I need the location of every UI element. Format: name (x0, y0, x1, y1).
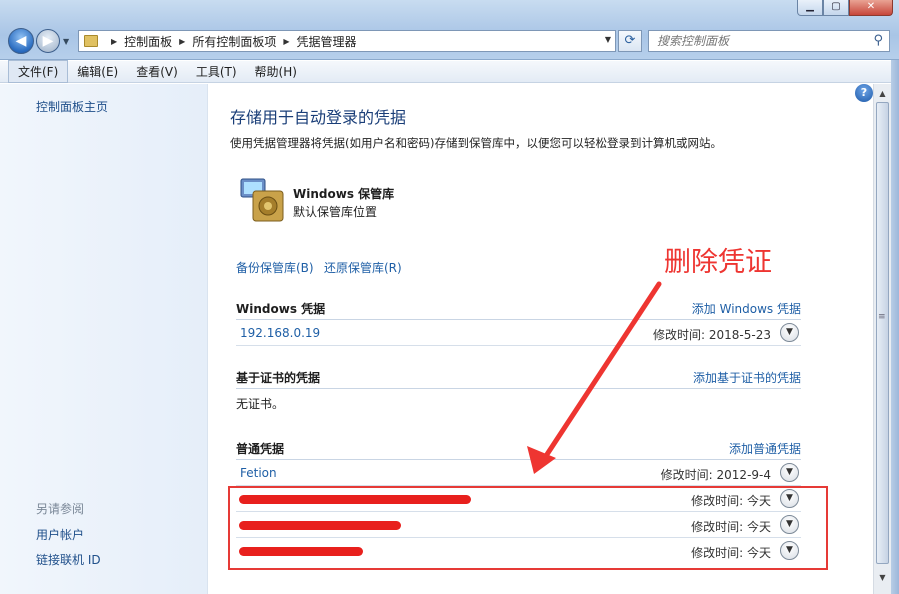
scroll-grip-icon: ≡ (878, 312, 886, 322)
menu-edit[interactable]: 编辑(E) (68, 61, 127, 82)
control-panel-icon (84, 35, 98, 47)
help-icon[interactable]: ? (855, 84, 873, 102)
menu-bar: 文件(F) 编辑(E) 查看(V) 工具(T) 帮助(H) (0, 60, 899, 83)
sidebar-home-link[interactable]: 控制面板主页 (36, 98, 108, 115)
chevron-right-icon[interactable]: ▶ (283, 37, 289, 46)
see-also-heading: 另请参阅 (36, 502, 85, 516)
forward-arrow-icon[interactable]: ▶ (36, 29, 60, 53)
menu-file[interactable]: 文件(F) (8, 60, 69, 83)
sidebar-link-user-accounts[interactable]: 用户帐户 (36, 526, 84, 543)
title-bar: ▁ ▢ ✕ ◀ ▶ ▼ ▶ 控制面板 ▶ 所有控制面板项 ▶ 凭据管理器 ▼ ⟳… (0, 0, 899, 60)
back-arrow-icon[interactable]: ◀ (8, 28, 34, 54)
chevron-right-icon[interactable]: ▶ (111, 37, 117, 46)
breadcrumb-all-items[interactable]: 所有控制面板项 (192, 33, 276, 50)
breadcrumb-control-panel[interactable]: 控制面板 (124, 33, 172, 50)
scroll-up-icon[interactable]: ▲ (875, 86, 890, 102)
menu-tools[interactable]: 工具(T) (187, 61, 246, 82)
vertical-scrollbar[interactable]: ▲ ≡ ▼ (873, 84, 891, 594)
navigation-buttons: ◀ ▶ ▼ (8, 28, 69, 54)
window-controls: ▁ ▢ ✕ (797, 0, 893, 16)
breadcrumb-credential-manager[interactable]: 凭据管理器 (297, 33, 357, 50)
scroll-down-icon[interactable]: ▼ (875, 570, 890, 586)
sidebar-link-online-id[interactable]: 链接联机 ID (36, 551, 101, 568)
sidebar: 控制面板主页 另请参阅 用户帐户 链接联机 ID (0, 84, 208, 594)
minimize-icon[interactable]: ▁ (797, 0, 823, 16)
annotation-arrow (527, 281, 662, 474)
menu-help[interactable]: 帮助(H) (246, 61, 306, 82)
menu-view[interactable]: 查看(V) (127, 61, 187, 82)
window-frame-edge (891, 60, 899, 594)
search-box: ⚲ (648, 30, 890, 52)
chevron-down-icon[interactable]: ▼ (605, 35, 611, 44)
maximize-icon[interactable]: ▢ (823, 0, 849, 16)
search-input[interactable] (649, 31, 859, 51)
main-content: 存储用于自动登录的凭据 使用凭据管理器将凭据(如用户名和密码)存储到保管库中，以… (209, 84, 873, 594)
chevron-right-icon[interactable]: ▶ (179, 37, 185, 46)
address-bar[interactable]: ▶ 控制面板 ▶ 所有控制面板项 ▶ 凭据管理器 ▼ (78, 30, 616, 52)
close-icon[interactable]: ✕ (849, 0, 893, 16)
search-icon[interactable]: ⚲ (873, 33, 883, 48)
refresh-icon[interactable]: ⟳ (618, 30, 642, 52)
recent-pages-dropdown-icon[interactable]: ▼ (63, 37, 69, 46)
scroll-thumb[interactable] (876, 102, 889, 564)
